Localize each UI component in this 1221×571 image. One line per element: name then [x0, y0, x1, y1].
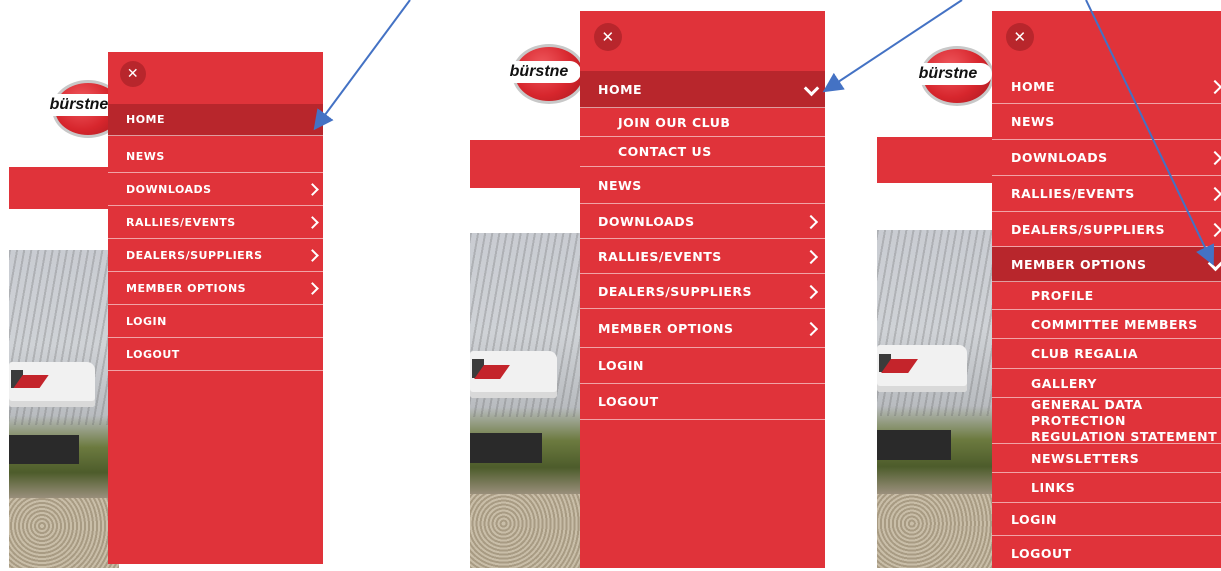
- background-photo: [9, 250, 119, 568]
- menu-item-login[interactable]: LOGIN: [108, 305, 323, 338]
- menu-item-label: RALLIES/EVENTS: [598, 248, 722, 264]
- chevron-right-icon[interactable]: [803, 284, 819, 299]
- menu-item-home[interactable]: HOME: [992, 69, 1221, 104]
- close-icon: ✕: [601, 28, 615, 46]
- menu-item-label: HOME: [126, 113, 166, 126]
- menu-item-label: GENERAL DATA PROTECTION REGULATION STATE…: [1031, 396, 1218, 444]
- menu-item-label: HOME: [1011, 78, 1056, 94]
- menu-item-home[interactable]: HOME: [580, 71, 825, 108]
- menu-item-gallery[interactable]: GALLERY: [992, 369, 1221, 398]
- menu-item-label: CLUB REGALIA: [1031, 346, 1139, 361]
- menu-item-label: LOGIN: [1011, 511, 1058, 527]
- close-menu-button[interactable]: ✕: [120, 61, 146, 87]
- menu-item-dealers-suppliers[interactable]: DEALERS/SUPPLIERS: [580, 274, 825, 309]
- chevron-right-icon[interactable]: [1207, 79, 1221, 94]
- menu-item-label: LOGIN: [126, 314, 167, 328]
- menu-item-label: LINKS: [1031, 480, 1076, 495]
- menu-item-news[interactable]: NEWS: [580, 167, 825, 204]
- menu-item-label: MEMBER OPTIONS: [598, 320, 734, 336]
- menu-item-label: HOME: [598, 81, 643, 97]
- chevron-right-icon[interactable]: [1207, 186, 1221, 202]
- menu-item-club-regalia[interactable]: CLUB REGALIA: [992, 339, 1221, 369]
- chevron-right-icon[interactable]: [306, 216, 319, 229]
- menu-item-join-our-club[interactable]: JOIN OUR CLUB: [580, 108, 825, 137]
- menu-item-dealers-suppliers[interactable]: DEALERS/SUPPLIERS: [992, 212, 1221, 247]
- nav-menu-member-options-expanded: ✕ HOME NEWS DOWNLOADS RALLIES/EVENTS DEALERS…: [992, 11, 1221, 571]
- menu-item-logout[interactable]: LOGOUT: [992, 536, 1221, 571]
- menu-item-label: DEALERS/SUPPLIERS: [126, 248, 263, 262]
- menu-item-news[interactable]: NEWS: [992, 104, 1221, 140]
- menu-item-logout[interactable]: LOGOUT: [580, 384, 825, 420]
- menu-item-label: MEMBER OPTIONS: [1011, 256, 1147, 272]
- nav-menu-collapsed: ✕ HOME NEWS DOWNLOADS RALLIES/EVENTS DEALERS…: [108, 52, 323, 564]
- chevron-right-icon[interactable]: [306, 249, 319, 262]
- menu-item-member-options[interactable]: MEMBER OPTIONS: [992, 247, 1221, 282]
- menu-item-label: LOGOUT: [598, 394, 659, 409]
- menu-item-label: COMMITTEE MEMBERS: [1031, 316, 1198, 332]
- menu-item-label: LOGOUT: [126, 347, 180, 361]
- menu-item-label: DEALERS/SUPPLIERS: [598, 283, 753, 299]
- menu-item-contact-us[interactable]: CONTACT US: [580, 137, 825, 167]
- burstner-logo-text: bürstne: [904, 63, 992, 85]
- chevron-right-icon[interactable]: [1207, 222, 1221, 237]
- menu-item-label: NEWSLETTERS: [1031, 450, 1140, 466]
- menu-item-downloads[interactable]: DOWNLOADS: [580, 204, 825, 239]
- menu-item-login[interactable]: LOGIN: [992, 503, 1221, 536]
- menu-item-label: NEWS: [1011, 114, 1055, 129]
- menu-item-label: RALLIES/EVENTS: [126, 215, 236, 229]
- close-menu-button[interactable]: ✕: [594, 23, 622, 51]
- menu-item-logout[interactable]: LOGOUT: [108, 338, 323, 371]
- menu-item-label: DOWNLOADS: [126, 182, 212, 196]
- menu-item-newsletters[interactable]: NEWSLETTERS: [992, 444, 1221, 473]
- close-icon: ✕: [126, 66, 140, 82]
- chevron-right-icon[interactable]: [306, 183, 319, 196]
- background-photo: [470, 233, 582, 568]
- menu-item-label: DOWNLOADS: [1011, 150, 1108, 165]
- menu-item-downloads[interactable]: DOWNLOADS: [992, 140, 1221, 176]
- page-header-bar: [877, 137, 993, 183]
- chevron-down-icon[interactable]: [803, 80, 820, 97]
- chevron-right-icon[interactable]: [803, 321, 819, 336]
- menu-item-news[interactable]: NEWS: [108, 140, 323, 173]
- menu-item-rallies-events[interactable]: RALLIES/EVENTS: [992, 176, 1221, 212]
- menu-item-label: LOGOUT: [1011, 545, 1072, 561]
- nav-menu-home-expanded: ✕ HOME JOIN OUR CLUB CONTACT US NEWS DOWNLOA…: [580, 11, 825, 568]
- menu-item-dealers-suppliers[interactable]: DEALERS/SUPPLIERS: [108, 239, 323, 272]
- chevron-right-icon[interactable]: [803, 249, 819, 264]
- menu-item-rallies-events[interactable]: RALLIES/EVENTS: [108, 206, 323, 239]
- chevron-right-icon[interactable]: [1207, 150, 1221, 166]
- menu-item-general-data-protection-regulation-statement[interactable]: GENERAL DATA PROTECTION REGULATION STATE…: [992, 396, 1221, 444]
- menu-item-label: GALLERY: [1031, 375, 1097, 391]
- chevron-right-icon[interactable]: [306, 282, 319, 295]
- close-menu-button[interactable]: ✕: [1006, 23, 1034, 51]
- chevron-right-icon[interactable]: [803, 214, 819, 229]
- arrow-to-home-collapsed: [313, 0, 411, 131]
- chevron-down-icon[interactable]: [1207, 255, 1221, 272]
- menu-item-label: NEWS: [598, 177, 642, 193]
- menu-item-login[interactable]: LOGIN: [580, 348, 825, 384]
- menu-item-label: RALLIES/EVENTS: [1011, 186, 1135, 201]
- menu-item-label: JOIN OUR CLUB: [618, 114, 731, 130]
- menu-item-label: MEMBER OPTIONS: [126, 281, 247, 295]
- menu-item-label: DEALERS/SUPPLIERS: [1011, 221, 1166, 237]
- page-header-bar: [470, 140, 582, 188]
- menu-item-label: CONTACT US: [618, 144, 712, 159]
- menu-item-profile[interactable]: PROFILE: [992, 282, 1221, 310]
- background-photo: [877, 230, 993, 568]
- menu-item-home[interactable]: HOME: [108, 104, 323, 136]
- menu-item-member-options[interactable]: MEMBER OPTIONS: [108, 272, 323, 305]
- menu-item-links[interactable]: LINKS: [992, 473, 1221, 503]
- menu-item-label: LOGIN: [598, 358, 645, 373]
- menu-item-downloads[interactable]: DOWNLOADS: [108, 173, 323, 206]
- menu-item-member-options[interactable]: MEMBER OPTIONS: [580, 309, 825, 348]
- close-icon: ✕: [1013, 28, 1027, 46]
- menu-item-rallies-events[interactable]: RALLIES/EVENTS: [580, 239, 825, 274]
- menu-item-label: DOWNLOADS: [598, 213, 695, 229]
- menu-item-label: PROFILE: [1031, 288, 1094, 303]
- burstner-logo-text: bürstne: [497, 61, 581, 83]
- menu-item-committee-members[interactable]: COMMITTEE MEMBERS: [992, 310, 1221, 339]
- menu-item-label: NEWS: [126, 149, 165, 163]
